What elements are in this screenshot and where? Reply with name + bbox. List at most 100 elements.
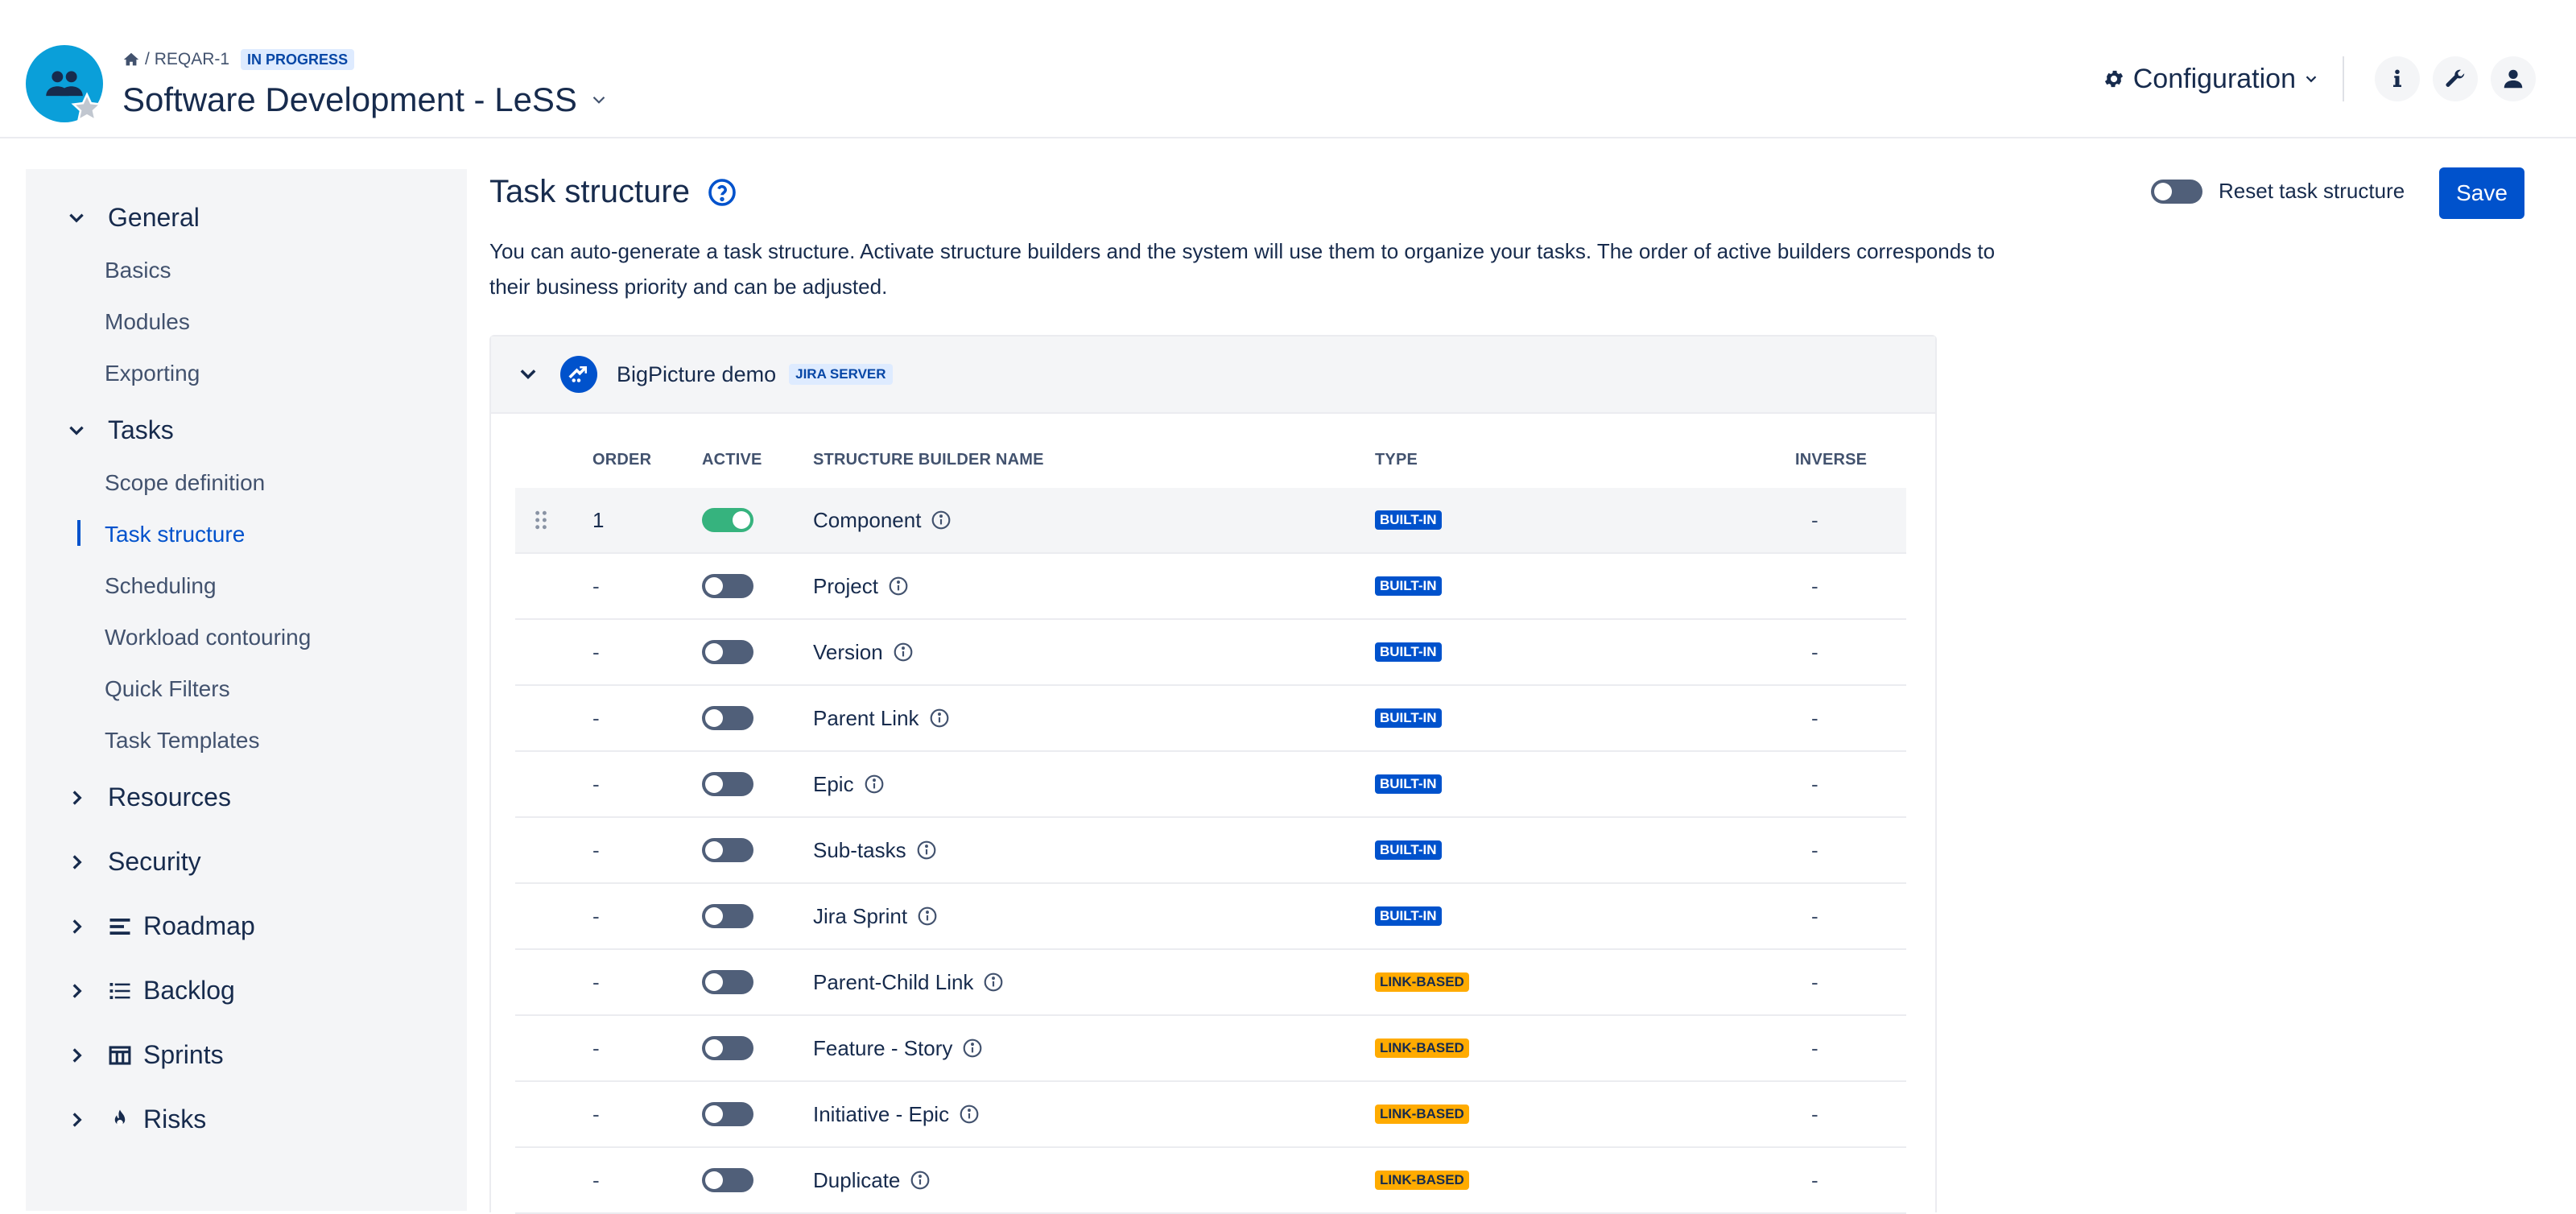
- info-icon[interactable]: [864, 774, 885, 795]
- table-row[interactable]: - Epic BUILT-IN -: [515, 752, 1906, 818]
- table-row[interactable]: - Parent Link BUILT-IN -: [515, 686, 1906, 752]
- star-icon[interactable]: [71, 92, 103, 124]
- type-badge: LINK-BASED: [1375, 1105, 1469, 1124]
- inverse-cell: -: [1811, 837, 1818, 862]
- sidebar-group-backlog[interactable]: Backlog: [26, 976, 235, 1005]
- active-toggle[interactable]: [702, 970, 753, 994]
- breadcrumb: / REQAR-1 IN PROGRESS: [122, 48, 355, 71]
- sidebar-group-tasks[interactable]: Tasks: [26, 415, 174, 445]
- table-row[interactable]: - Duplicate LINK-BASED -: [515, 1148, 1906, 1214]
- table-row[interactable]: - Version BUILT-IN -: [515, 620, 1906, 686]
- drag-handle[interactable]: [533, 488, 549, 552]
- sidebar-item-task-templates[interactable]: Task Templates: [105, 728, 259, 754]
- sidebar-group-label: Resources: [108, 782, 231, 811]
- info-icon[interactable]: [916, 840, 937, 861]
- inverse-cell: -: [1811, 573, 1818, 598]
- info-icon[interactable]: [962, 1038, 983, 1059]
- fire-icon: [114, 1109, 126, 1125]
- type-badge: LINK-BASED: [1375, 972, 1469, 992]
- table-row[interactable]: - Sub-tasks BUILT-IN -: [515, 818, 1906, 884]
- builder-name-cell: Project: [813, 554, 909, 618]
- admin-tools-button[interactable]: [2433, 56, 2478, 101]
- active-toggle[interactable]: [702, 838, 753, 862]
- sidebar-group-resources[interactable]: Resources: [26, 782, 231, 812]
- instance-header[interactable]: BigPicture demo JIRA SERVER: [491, 337, 1935, 414]
- active-toggle[interactable]: [702, 904, 753, 928]
- info-icon[interactable]: [931, 510, 952, 531]
- project-title-text: Software Development - LeSS: [122, 81, 577, 118]
- type-badge: BUILT-IN: [1375, 642, 1442, 662]
- project-title[interactable]: Software Development - LeSS: [122, 81, 609, 119]
- info-icon[interactable]: [893, 642, 914, 663]
- info-icon[interactable]: [929, 708, 950, 729]
- active-toggle[interactable]: [702, 1036, 753, 1060]
- info-icon[interactable]: [917, 906, 938, 927]
- order-cell: -: [592, 771, 600, 796]
- active-cell: [702, 488, 753, 552]
- builder-name-cell: Parent Link: [813, 686, 950, 750]
- sidebar-group-roadmap[interactable]: Roadmap: [26, 911, 255, 941]
- active-cell: [702, 1082, 753, 1146]
- info-icon[interactable]: [910, 1170, 931, 1191]
- inverse-cell: -: [1811, 1167, 1818, 1192]
- info-icon[interactable]: [888, 576, 909, 597]
- sidebar-item-exporting[interactable]: Exporting: [105, 361, 200, 386]
- type-cell: LINK-BASED: [1375, 1082, 1469, 1146]
- sidebar-item-quick-filters[interactable]: Quick Filters: [105, 676, 230, 702]
- active-cell: [702, 1148, 753, 1212]
- type-badge: LINK-BASED: [1375, 1171, 1469, 1190]
- configuration-menu[interactable]: Configuration: [2095, 60, 2328, 98]
- active-toggle[interactable]: [702, 508, 753, 532]
- sidebar-group-general[interactable]: General: [26, 203, 200, 233]
- builder-name: Epic: [813, 771, 854, 796]
- builder-name: Version: [813, 639, 883, 664]
- active-toggle[interactable]: [702, 772, 753, 796]
- table-row[interactable]: - Parent-Child Link LINK-BASED -: [515, 950, 1906, 1016]
- order-cell: -: [592, 1101, 600, 1126]
- info-icon[interactable]: [959, 1104, 980, 1125]
- active-cell: [702, 950, 753, 1014]
- table-row[interactable]: - Project BUILT-IN -: [515, 554, 1906, 620]
- type-badge: BUILT-IN: [1375, 576, 1442, 596]
- active-toggle[interactable]: [702, 1102, 753, 1126]
- breadcrumb-key[interactable]: REQAR-1: [155, 50, 229, 69]
- inverse-cell: -: [1811, 1035, 1818, 1060]
- inverse-cell: -: [1811, 705, 1818, 730]
- info-button[interactable]: [2375, 56, 2420, 101]
- active-cell: [702, 1016, 753, 1080]
- active-toggle[interactable]: [702, 1168, 753, 1192]
- active-cell: [702, 818, 753, 882]
- help-icon[interactable]: [708, 178, 737, 207]
- type-badge: BUILT-IN: [1375, 840, 1442, 860]
- sidebar-item-basics[interactable]: Basics: [105, 258, 171, 283]
- type-cell: BUILT-IN: [1375, 488, 1442, 552]
- active-toggle[interactable]: [702, 640, 753, 664]
- sidebar-item-task-structure[interactable]: Task structure: [105, 522, 245, 547]
- status-badge: IN PROGRESS: [241, 49, 355, 70]
- sidebar-group-security[interactable]: Security: [26, 847, 201, 877]
- chevron-down-icon: [69, 213, 84, 223]
- sidebar-item-workload-contouring[interactable]: Workload contouring: [105, 625, 311, 650]
- active-cell: [702, 554, 753, 618]
- sidebar-item-modules[interactable]: Modules: [105, 309, 190, 335]
- sidebar-group-risks[interactable]: Risks: [26, 1105, 206, 1134]
- table-row[interactable]: 1 Component BUILT-IN -: [515, 488, 1906, 554]
- profile-button[interactable]: [2491, 56, 2536, 101]
- active-toggle[interactable]: [702, 706, 753, 730]
- table-row[interactable]: - Initiative - Epic LINK-BASED -: [515, 1082, 1906, 1148]
- sidebar-item-scope-definition[interactable]: Scope definition: [105, 470, 265, 496]
- sidebar-item-scheduling[interactable]: Scheduling: [105, 573, 217, 599]
- column-header-name: STRUCTURE BUILDER NAME: [813, 451, 1044, 469]
- save-button[interactable]: Save: [2439, 167, 2524, 219]
- table-row[interactable]: - Feature - Story LINK-BASED -: [515, 1016, 1906, 1082]
- info-icon[interactable]: [983, 972, 1004, 993]
- active-toggle[interactable]: [702, 574, 753, 598]
- table-row[interactable]: - Jira Sprint BUILT-IN -: [515, 884, 1906, 950]
- reset-toggle[interactable]: [2151, 179, 2202, 204]
- home-icon[interactable]: [122, 51, 140, 68]
- sidebar-group-sprints[interactable]: Sprints: [26, 1040, 224, 1070]
- user-icon: [2504, 69, 2523, 89]
- builder-name: Project: [813, 573, 878, 598]
- breadcrumb-separator: /: [145, 50, 150, 68]
- divider: [2343, 56, 2344, 101]
